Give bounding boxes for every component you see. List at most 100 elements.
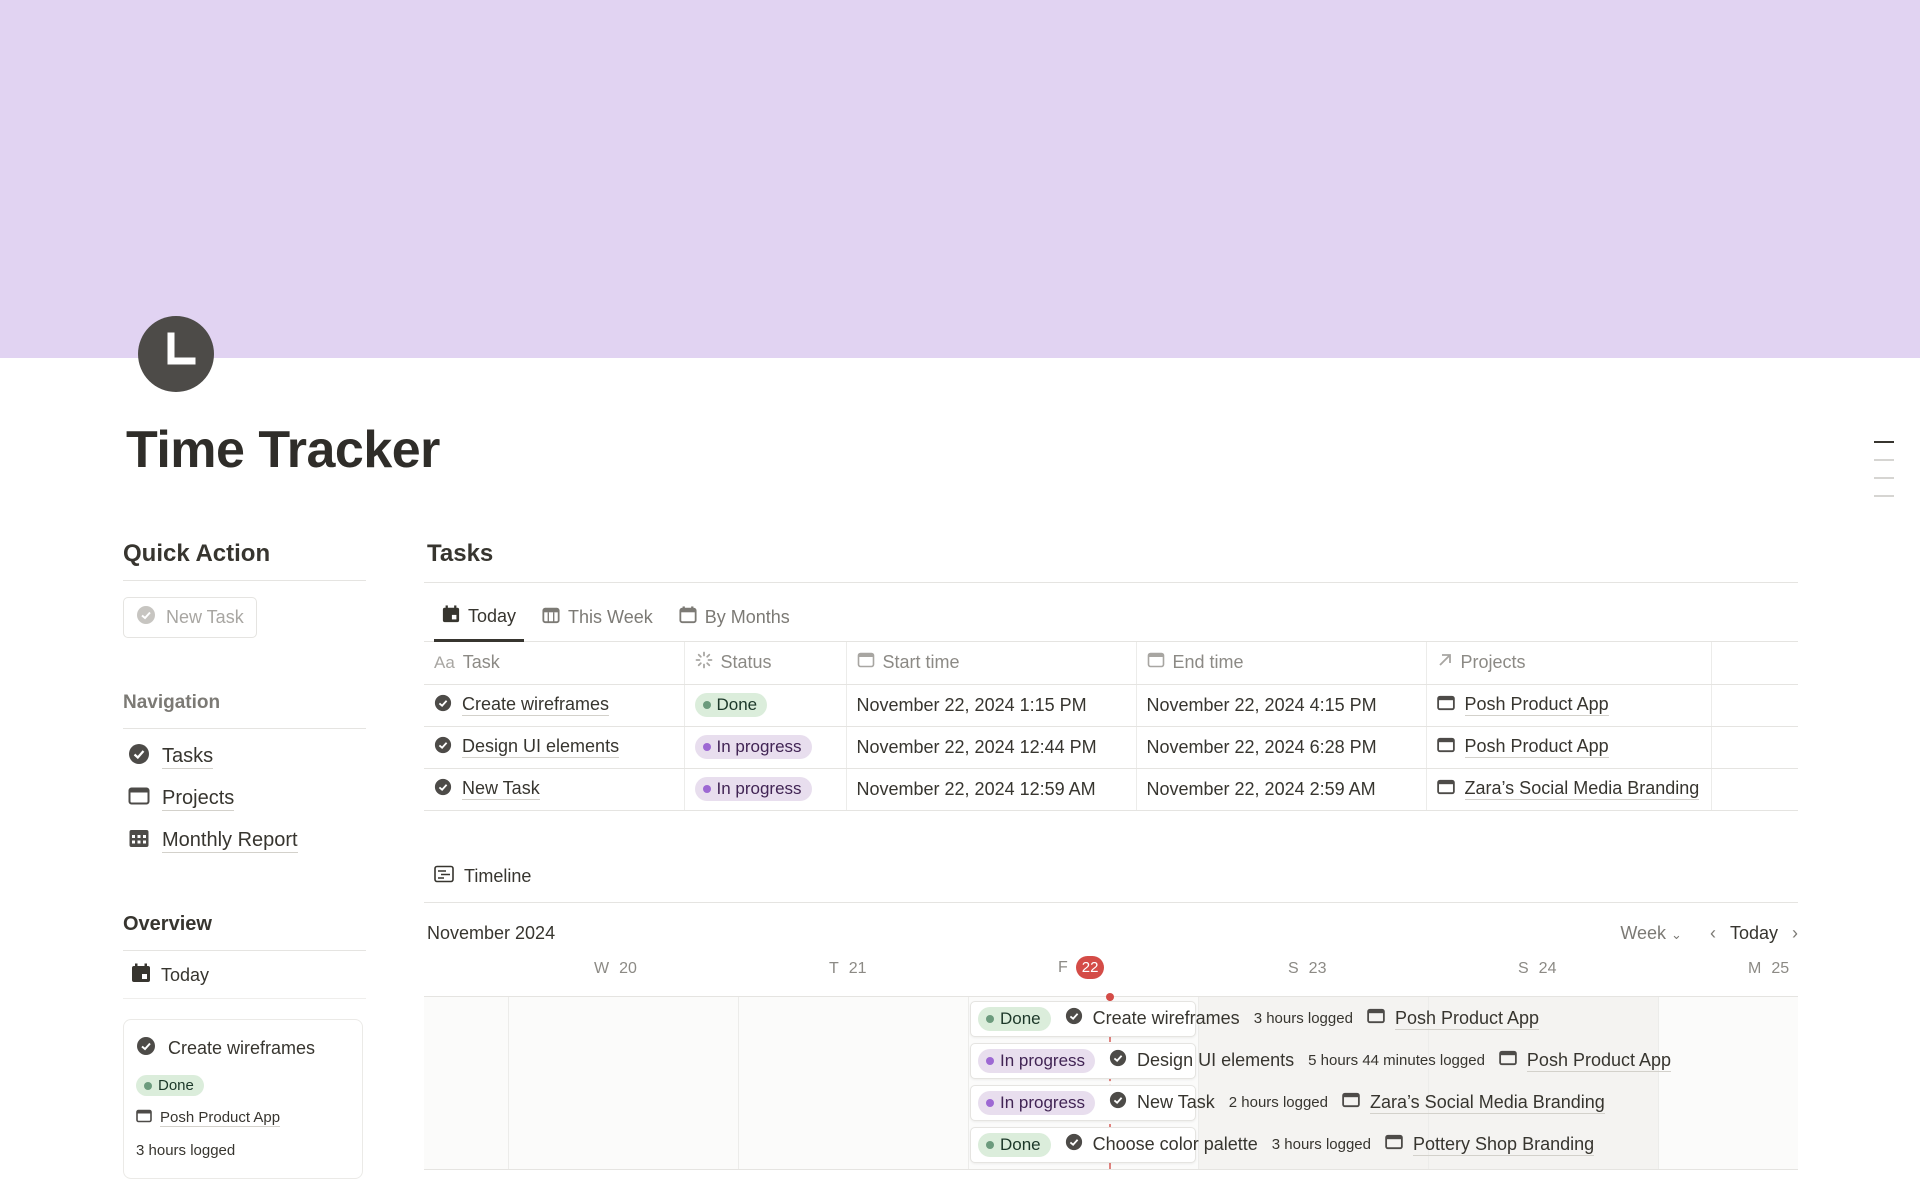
hours-logged: 2 hours logged: [1228, 1094, 1328, 1111]
column-header-start-time[interactable]: Start time: [846, 642, 1137, 685]
main-column: Tasks Today This Week By Months Aa Task …: [424, 540, 1798, 1180]
window-icon: [136, 1108, 152, 1128]
timeline-body: Done Create wireframes 3 hours logged Po…: [424, 992, 1798, 1170]
card-title: Create wireframes: [168, 1038, 316, 1058]
chevron-right-icon[interactable]: ›: [1792, 923, 1798, 944]
nav-item-projects[interactable]: Projects: [123, 785, 366, 813]
timeline-item[interactable]: Done Choose color palette 3 hours logged…: [978, 1127, 1595, 1163]
nav-item-monthly-report[interactable]: Monthly Report: [123, 827, 366, 855]
navigation-heading: Navigation: [123, 692, 366, 729]
column-header-end-time[interactable]: End time: [1136, 642, 1427, 685]
project-link[interactable]: Posh Product App: [1464, 694, 1609, 716]
overview-tab-label: Today: [161, 965, 210, 985]
start-time-cell[interactable]: November 22, 2024 12:59 AM: [846, 768, 1137, 811]
table-row[interactable]: New Task In progress November 22, 2024 1…: [424, 768, 1798, 811]
nav-label: Tasks: [162, 745, 214, 769]
chevron-left-icon[interactable]: ‹: [1710, 923, 1716, 944]
tasks-table: Aa Task Status Start time End time Projec…: [424, 642, 1798, 811]
day-label: S 24: [1518, 959, 1557, 977]
current-time-dot: [1106, 992, 1114, 1001]
scale-dropdown[interactable]: Week ⌄: [1620, 923, 1682, 944]
window-icon: [1436, 694, 1455, 717]
tab-label: This Week: [568, 607, 653, 627]
timeline-task-name: New Task: [1137, 1092, 1215, 1112]
quick-action-heading: Quick Action: [123, 540, 366, 581]
end-time-cell[interactable]: November 22, 2024 4:15 PM: [1136, 684, 1427, 727]
column-header-status[interactable]: Status: [684, 642, 847, 685]
check-circle-icon: [1065, 1133, 1083, 1156]
tab-by-months[interactable]: By Months: [671, 597, 798, 641]
view-tabs: Today This Week By Months: [424, 597, 1798, 642]
cover-banner: [0, 0, 1920, 358]
timeline-view-tab[interactable]: Timeline: [424, 865, 1798, 903]
status-badge[interactable]: Done: [694, 693, 768, 717]
project-link[interactable]: Zara’s Social Media Branding: [1370, 1092, 1605, 1114]
status-badge: In progress: [978, 1090, 1096, 1115]
calendar-icon: [1147, 651, 1165, 674]
day-label-today: F 22: [1058, 955, 1105, 979]
tab-this-week[interactable]: This Week: [534, 597, 661, 641]
overview-tab-today[interactable]: Today: [123, 951, 366, 999]
start-time-cell[interactable]: November 22, 2024 1:15 PM: [846, 684, 1137, 727]
left-column: Quick Action New Task Navigation Tasks P…: [123, 540, 366, 1179]
calendar-icon: [131, 963, 151, 988]
task-name[interactable]: Design UI elements: [462, 736, 620, 758]
calendar-icon: [857, 651, 875, 674]
column-header-task[interactable]: Aa Task: [424, 642, 685, 685]
project-link[interactable]: Zara’s Social Media Branding: [1464, 778, 1700, 800]
day-label: T 21: [829, 959, 867, 977]
empty-cell: [1711, 726, 1798, 769]
window-icon: [1342, 1091, 1360, 1114]
text-type-icon: Aa: [434, 652, 455, 672]
card-project-link[interactable]: Posh Product App: [136, 1108, 350, 1128]
table-row[interactable]: Create wireframes Done November 22, 2024…: [424, 684, 1798, 727]
timeline-item[interactable]: Done Create wireframes 3 hours logged Po…: [978, 1001, 1540, 1037]
timeline-task-name: Choose color palette: [1092, 1134, 1258, 1154]
window-icon: [1436, 736, 1455, 759]
table-header-row: Aa Task Status Start time End time Projec…: [424, 642, 1798, 685]
task-name[interactable]: Create wireframes: [462, 694, 610, 716]
project-link[interactable]: Pottery Shop Branding: [1413, 1134, 1595, 1156]
window-icon: [1499, 1049, 1517, 1072]
project-link[interactable]: Posh Product App: [1464, 736, 1609, 758]
overview-heading: Overview: [123, 913, 366, 951]
column-header-projects[interactable]: Projects: [1426, 642, 1712, 685]
status-badge[interactable]: In progress: [694, 777, 812, 801]
today-button[interactable]: Today: [1730, 923, 1778, 944]
tab-today[interactable]: Today: [434, 597, 525, 642]
arrow-up-right-icon: [1437, 652, 1453, 673]
status-badge: Done: [978, 1132, 1051, 1157]
end-time-cell[interactable]: November 22, 2024 6:28 PM: [1136, 726, 1427, 769]
check-circle-icon: [434, 778, 452, 801]
end-time-cell[interactable]: November 22, 2024 2:59 AM: [1136, 768, 1427, 811]
project-link[interactable]: Posh Product App: [1526, 1050, 1672, 1072]
overview-card[interactable]: Create wireframes Done Posh Product App …: [123, 1019, 363, 1179]
column-header-empty: [1711, 642, 1798, 685]
status-badge[interactable]: In progress: [694, 735, 812, 759]
start-time-cell[interactable]: November 22, 2024 12:44 PM: [846, 726, 1137, 769]
new-task-button[interactable]: New Task: [123, 597, 257, 638]
tab-label: By Months: [704, 607, 790, 627]
timeline-item[interactable]: In progress Design UI elements 5 hours 4…: [978, 1043, 1672, 1079]
status-badge: Done: [978, 1006, 1051, 1031]
hours-logged: 5 hours 44 minutes logged: [1308, 1052, 1485, 1069]
card-project-label: Posh Product App: [160, 1109, 281, 1127]
timeline-toolbar: November 2024 Week ⌄ ‹ Today ›: [424, 923, 1798, 944]
task-name[interactable]: New Task: [462, 778, 540, 800]
hours-logged: 3 hours logged: [1271, 1136, 1371, 1153]
status-badge: Done: [136, 1075, 204, 1096]
nav-item-tasks[interactable]: Tasks: [123, 743, 366, 771]
calendar-week-icon: [542, 606, 560, 629]
clock-icon[interactable]: [138, 316, 214, 392]
tasks-heading: Tasks: [424, 540, 1798, 583]
table-of-contents-indicator[interactable]: [1874, 441, 1894, 513]
status-badge: In progress: [978, 1048, 1096, 1073]
calendar-month-icon: [679, 606, 697, 629]
status-label: Done: [158, 1077, 194, 1094]
day-label: S 23: [1288, 959, 1327, 977]
project-link[interactable]: Posh Product App: [1394, 1008, 1540, 1030]
page-title: Time Tracker: [126, 421, 440, 479]
empty-cell: [1711, 684, 1798, 727]
table-row[interactable]: Design UI elements In progress November …: [424, 726, 1798, 769]
timeline-item[interactable]: In progress New Task 2 hours logged Zara…: [978, 1085, 1605, 1121]
